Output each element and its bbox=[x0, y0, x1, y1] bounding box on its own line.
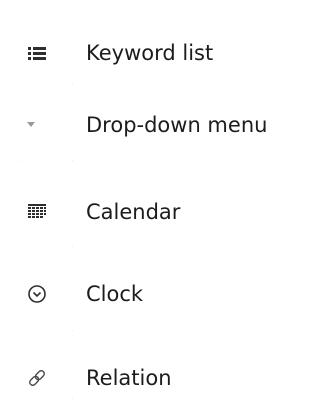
dropdown-arrow-icon bbox=[0, 103, 62, 147]
separator-dot bbox=[72, 246, 73, 247]
separator-dot bbox=[18, 160, 19, 161]
menu-item-label: Calendar bbox=[86, 200, 181, 224]
menu-item-drop-down-menu[interactable]: Drop-down menu bbox=[0, 103, 328, 147]
menu-item-label: Relation bbox=[86, 366, 172, 390]
separator-dot bbox=[72, 330, 73, 331]
menu-item-calendar[interactable]: Calendar bbox=[0, 190, 328, 234]
separator-dot bbox=[72, 398, 73, 399]
menu-item-label: Drop-down menu bbox=[86, 113, 268, 137]
separator-dot bbox=[18, 84, 19, 85]
separator-dot bbox=[18, 398, 19, 399]
separator-dot bbox=[18, 330, 19, 331]
menu-item-relation[interactable]: Relation bbox=[0, 356, 328, 400]
separator-dot bbox=[72, 84, 73, 85]
clock-icon bbox=[26, 272, 48, 316]
separator-dot bbox=[72, 160, 73, 161]
menu-item-label: Clock bbox=[86, 282, 144, 306]
calendar-icon bbox=[26, 190, 48, 234]
menu-item-label: Keyword list bbox=[86, 41, 214, 65]
field-type-menu: Keyword list Drop-down menu Calendar Clo… bbox=[0, 0, 328, 405]
menu-item-keyword-list[interactable]: Keyword list bbox=[0, 31, 328, 75]
separator-dot bbox=[18, 246, 19, 247]
link-icon bbox=[26, 356, 48, 400]
menu-item-clock[interactable]: Clock bbox=[0, 272, 328, 316]
list-icon bbox=[26, 31, 48, 75]
